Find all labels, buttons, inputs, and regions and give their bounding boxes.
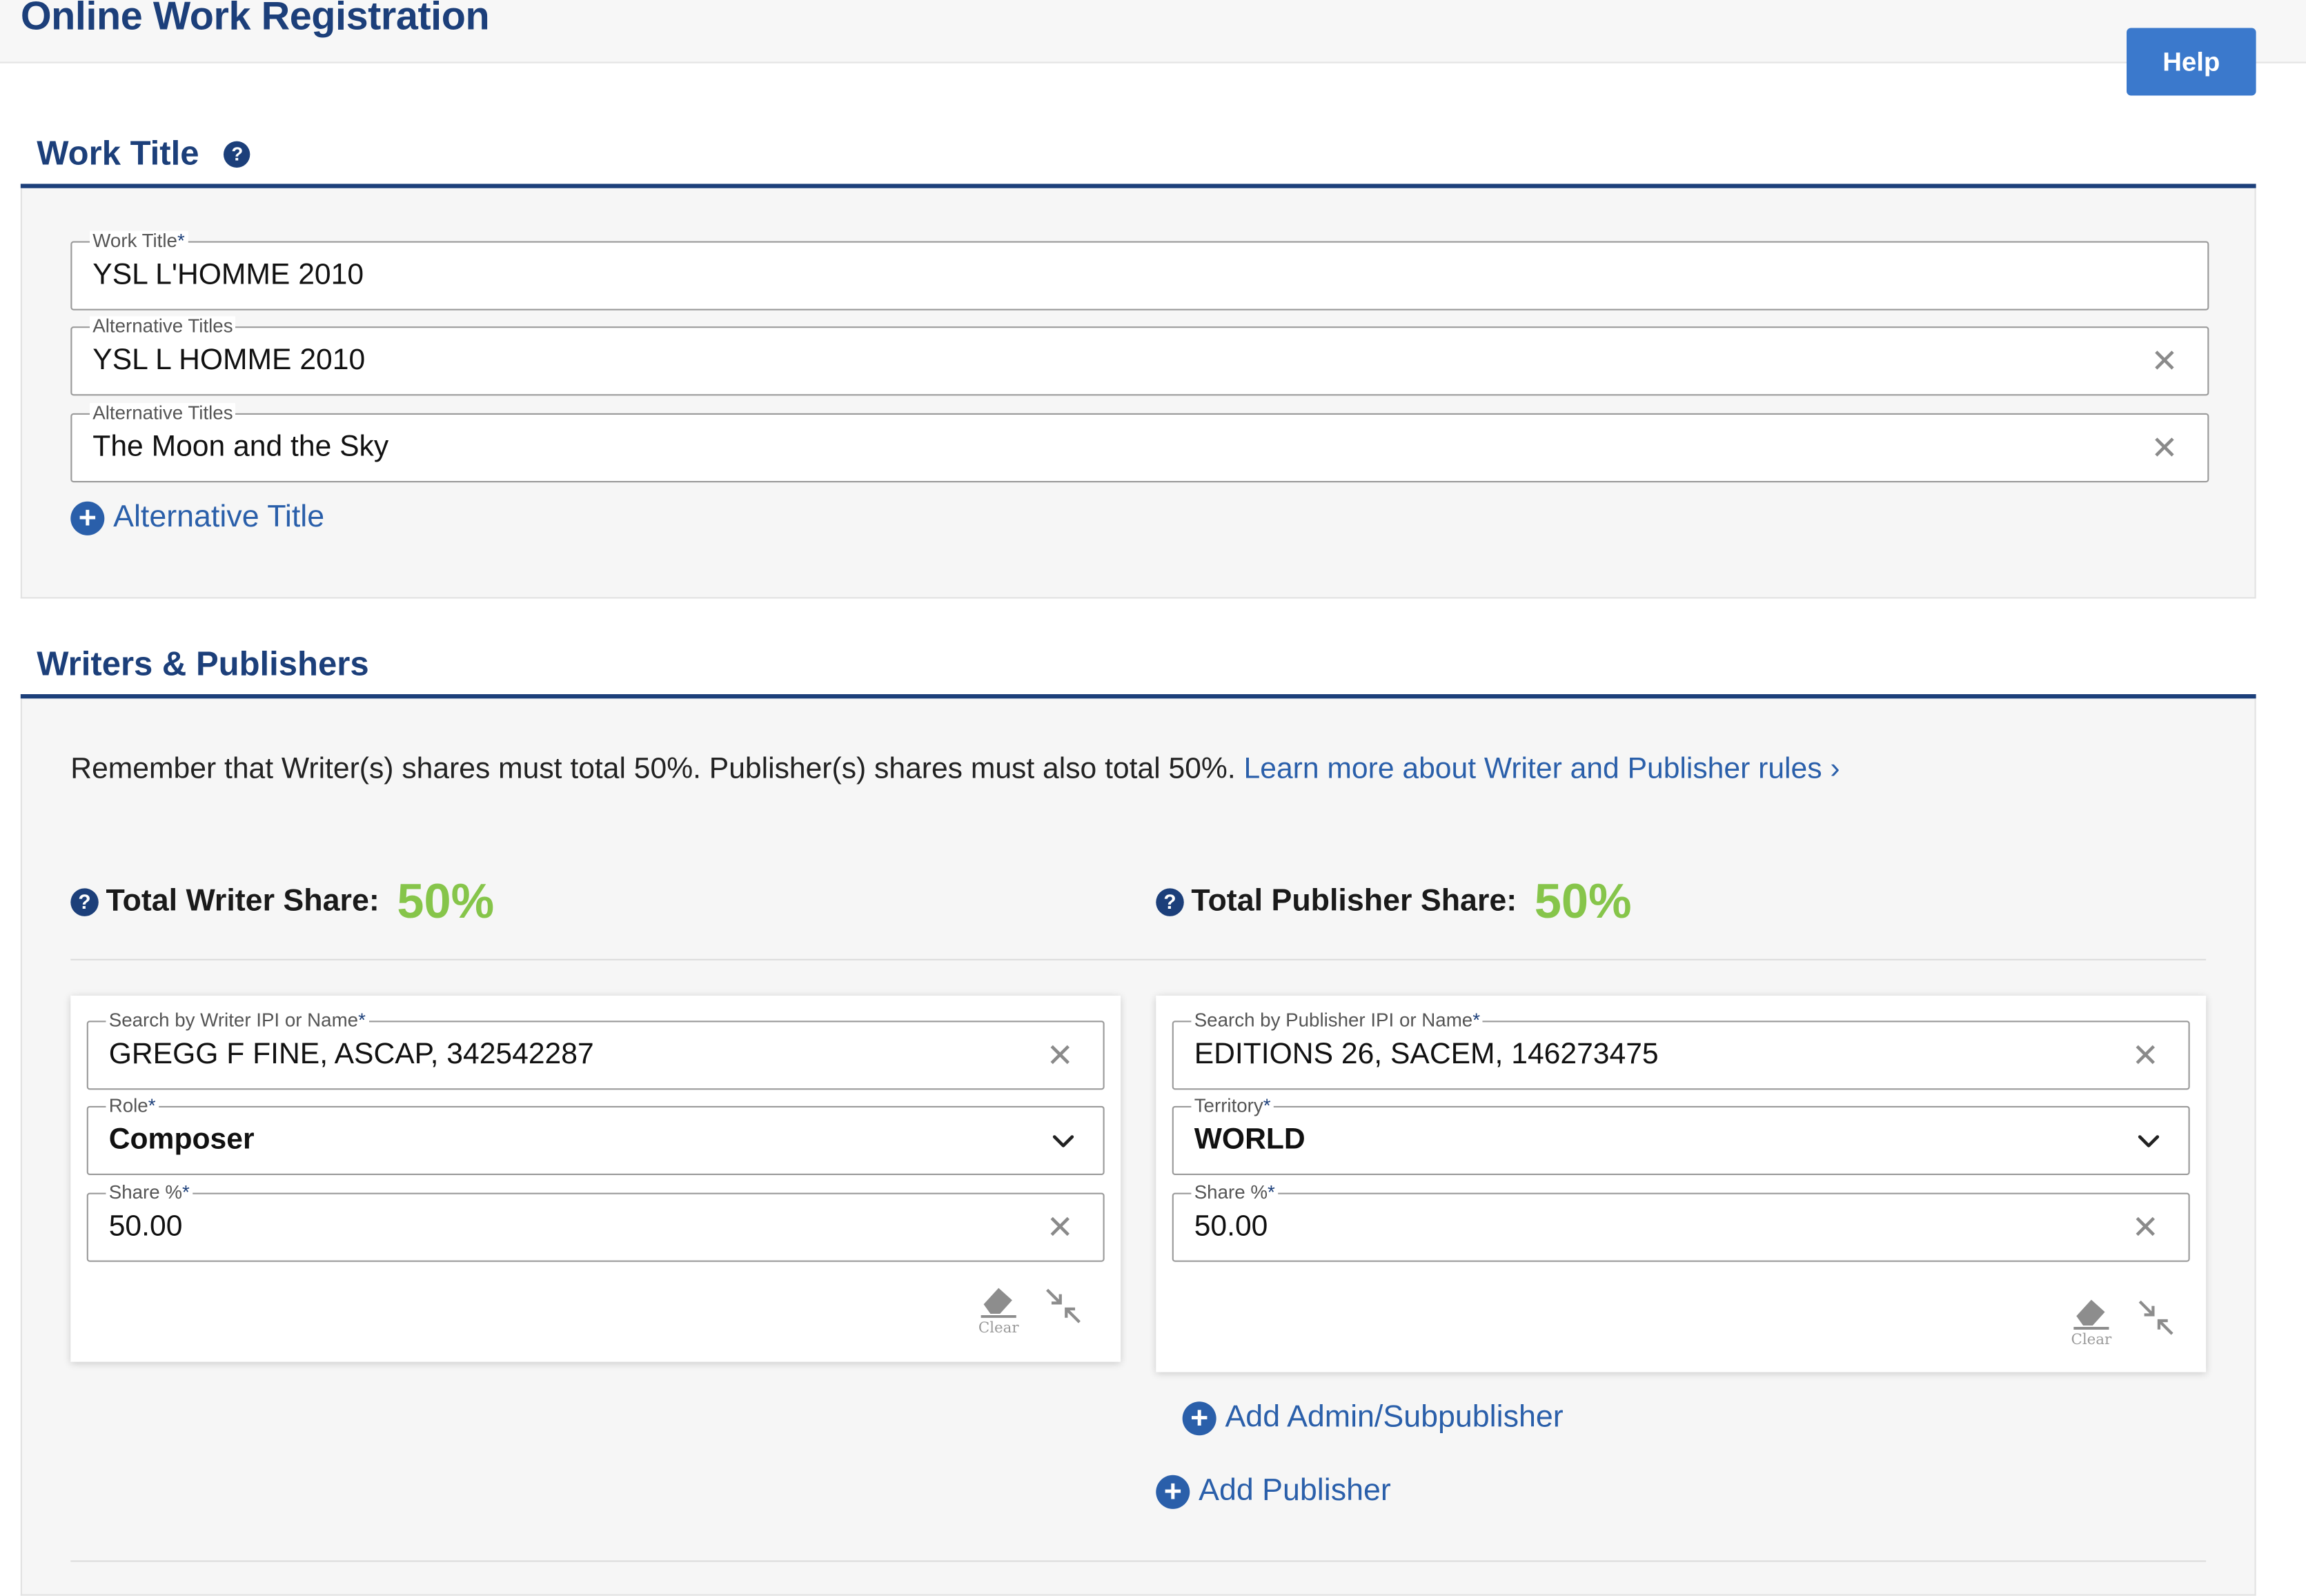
work-title-value[interactable]: YSL L'HOMME 2010 — [92, 259, 364, 293]
share-rules-link[interactable]: Learn more about Writer and Publisher ru… — [1244, 753, 1840, 785]
help-button[interactable]: Help — [2127, 28, 2256, 96]
clear-x-icon[interactable]: ✕ — [2151, 432, 2178, 465]
clear-x-icon[interactable]: ✕ — [1047, 1211, 1074, 1244]
plus-circle-icon: + — [1182, 1401, 1216, 1435]
publisher-share-field[interactable]: Share %* 50.00 ✕ — [1172, 1182, 2190, 1262]
alternative-title-field[interactable]: Alternative Titles YSL L HOMME 2010 ✕ — [70, 315, 2209, 396]
publisher-card: Search by Publisher IPI or Name* EDITION… — [1156, 995, 2207, 1372]
alternative-title-label: Alternative Titles — [90, 315, 236, 337]
add-alternative-title-button[interactable]: + Alternative Title — [70, 500, 324, 535]
clear-x-icon[interactable]: ✕ — [1047, 1039, 1074, 1072]
work-title-heading: Work Title ? — [37, 133, 251, 174]
territory-label: Territory* — [1191, 1095, 1274, 1116]
chevron-down-icon[interactable] — [2136, 1128, 2162, 1154]
clear-x-icon[interactable]: ✕ — [2132, 1211, 2159, 1244]
alternative-title-value[interactable]: YSL L HOMME 2010 — [92, 344, 365, 378]
publisher-search-field[interactable]: Search by Publisher IPI or Name* EDITION… — [1172, 1009, 2190, 1090]
alternative-title-value[interactable]: The Moon and the Sky — [92, 431, 388, 465]
clear-publisher-button[interactable]: Clear — [2068, 1296, 2115, 1349]
total-writer-share-value: 50% — [397, 874, 495, 928]
share-rules-text: Remember that Writer(s) shares must tota… — [70, 753, 1236, 786]
writer-share-field[interactable]: Share %* 50.00 ✕ — [86, 1182, 1105, 1262]
eraser-icon — [2073, 1299, 2109, 1330]
page: Online Work Registration Help Work Title… — [0, 0, 2306, 1596]
writer-search-label: Search by Writer IPI or Name* — [106, 1009, 369, 1032]
clear-writer-button[interactable]: Clear — [975, 1284, 1022, 1337]
publisher-share-label: Share %* — [1191, 1182, 1279, 1203]
territory-value[interactable]: WORLD — [1194, 1123, 1305, 1157]
divider — [70, 1560, 2207, 1562]
clear-x-icon[interactable]: ✕ — [2151, 345, 2178, 378]
clear-x-icon[interactable]: ✕ — [2132, 1039, 2159, 1072]
writer-card: Search by Writer IPI or Name* GREGG F FI… — [70, 995, 1121, 1362]
top-bar: Online Work Registration — [0, 0, 2306, 63]
work-title-panel: Work Title* YSL L'HOMME 2010 Alternative… — [20, 188, 2256, 599]
work-title-heading-text: Work Title — [37, 133, 199, 173]
writer-search-field[interactable]: Search by Writer IPI or Name* GREGG F FI… — [86, 1009, 1105, 1090]
clear-caption: Clear — [978, 1320, 1019, 1337]
total-writer-share: ? Total Writer Share: 50% — [70, 874, 494, 929]
territory-select[interactable]: Territory* WORLD — [1172, 1095, 2190, 1175]
writers-publishers-heading-text: Writers & Publishers — [37, 644, 369, 682]
eraser-icon — [980, 1288, 1016, 1318]
plus-circle-icon: + — [1156, 1474, 1190, 1508]
divider — [70, 958, 2207, 960]
help-circle-icon[interactable]: ? — [70, 887, 99, 916]
add-publisher-label: Add Publisher — [1199, 1473, 1391, 1508]
alternative-title-field[interactable]: Alternative Titles The Moon and the Sky … — [70, 402, 2209, 483]
total-publisher-share: ? Total Publisher Share: 50% — [1156, 874, 1632, 929]
alternative-title-label: Alternative Titles — [90, 402, 236, 424]
total-writer-share-label: Total Writer Share: — [106, 883, 380, 918]
add-admin-subpublisher-button[interactable]: + Add Admin/Subpublisher — [1182, 1400, 1564, 1435]
collapse-arrows-icon[interactable] — [2134, 1296, 2178, 1340]
collapse-arrows-icon[interactable] — [1041, 1284, 1085, 1328]
add-admin-subpublisher-label: Add Admin/Subpublisher — [1225, 1400, 1564, 1435]
writer-share-label: Share %* — [106, 1182, 193, 1203]
add-alternative-title-label: Alternative Title — [113, 500, 325, 534]
publisher-search-value[interactable]: EDITIONS 26, SACEM, 146273475 — [1194, 1038, 1659, 1072]
clear-caption: Clear — [2071, 1332, 2112, 1349]
writer-search-value[interactable]: GREGG F FINE, ASCAP, 342542287 — [109, 1038, 594, 1072]
writer-share-value[interactable]: 50.00 — [109, 1210, 183, 1244]
share-rules-notice: Remember that Writer(s) shares must tota… — [70, 753, 1840, 787]
publisher-search-label: Search by Publisher IPI or Name* — [1191, 1009, 1484, 1032]
role-value[interactable]: Composer — [109, 1123, 255, 1157]
work-title-field[interactable]: Work Title* YSL L'HOMME 2010 — [70, 230, 2209, 311]
publisher-share-value[interactable]: 50.00 — [1194, 1210, 1268, 1244]
plus-circle-icon: + — [70, 500, 105, 535]
role-select[interactable]: Role* Composer — [86, 1095, 1105, 1175]
chevron-down-icon[interactable] — [1050, 1128, 1076, 1154]
writers-publishers-heading: Writers & Publishers — [37, 644, 368, 684]
role-label: Role* — [106, 1095, 159, 1116]
help-circle-icon[interactable]: ? — [1156, 887, 1184, 916]
help-circle-icon[interactable]: ? — [224, 140, 251, 167]
work-title-label: Work Title* — [90, 230, 188, 252]
total-publisher-share-value: 50% — [1534, 874, 1632, 928]
add-publisher-button[interactable]: + Add Publisher — [1156, 1473, 1391, 1509]
total-publisher-share-label: Total Publisher Share: — [1191, 883, 1517, 918]
page-title: Online Work Registration — [20, 0, 490, 39]
